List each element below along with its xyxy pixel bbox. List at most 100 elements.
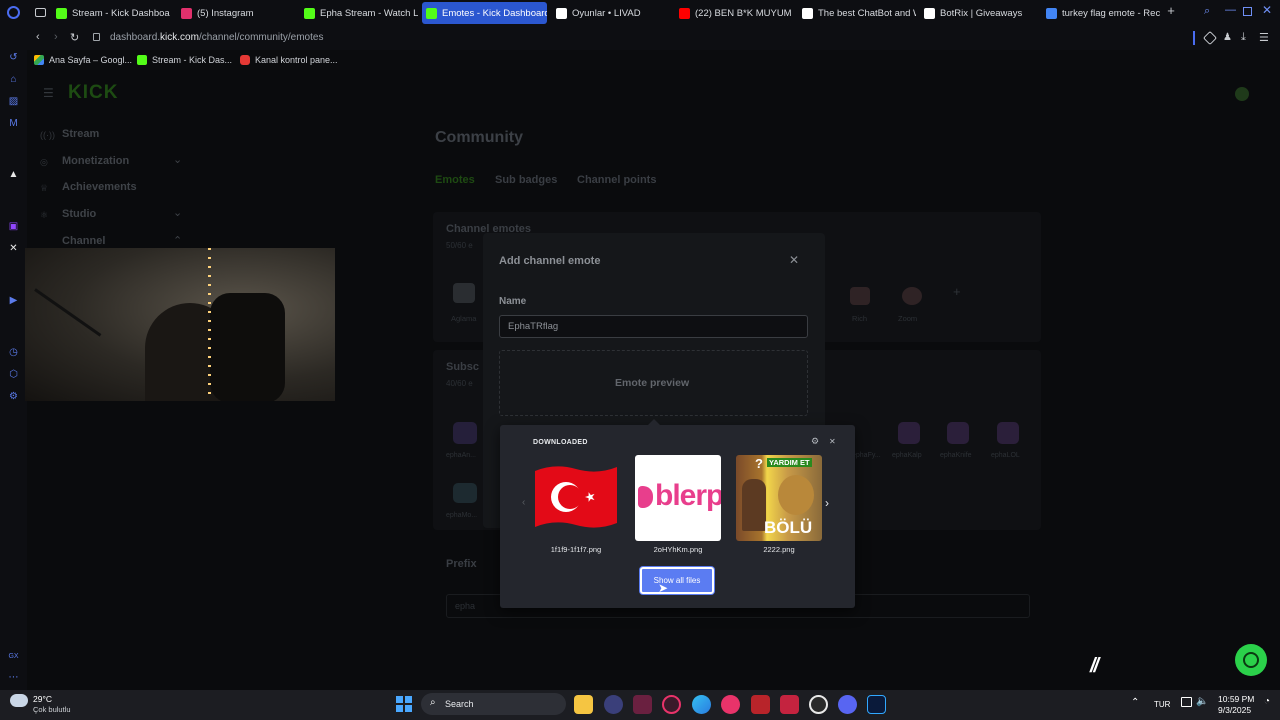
reload-icon[interactable]: ↻ — [70, 31, 79, 44]
vegas-icon[interactable] — [633, 695, 652, 714]
tab-1[interactable]: (5) Instagram — [177, 2, 295, 24]
gx-icon[interactable]: GX — [7, 650, 20, 663]
emote-aglama-thumb[interactable] — [453, 283, 475, 303]
bookmark-youtube-studio[interactable]: Kanal kontrol pane... — [240, 55, 338, 65]
search-tabs-icon[interactable]: ⌕ — [1204, 5, 1210, 18]
new-tab-icon[interactable]: + — [1165, 4, 1177, 17]
browser-logo-icon[interactable] — [7, 6, 20, 19]
tab-3[interactable]: Emotes - Kick Dashboard — [422, 2, 547, 24]
sidebar-toggle-icon[interactable] — [1193, 31, 1195, 45]
taskbar-search-box[interactable] — [421, 693, 566, 715]
sub-emote-thumb[interactable] — [997, 422, 1019, 444]
notifications-icon[interactable]: ◔ — [1264, 696, 1270, 707]
taskbar-app-icon[interactable] — [604, 695, 623, 714]
file-thumb-turkey-flag[interactable] — [533, 455, 619, 541]
bookmark-kick-stream[interactable]: Stream - Kick Das... — [137, 55, 232, 65]
sub-emote-thumb[interactable] — [453, 422, 477, 444]
player-icon[interactable]: ▶ — [7, 294, 20, 307]
nav-studio[interactable]: Studio — [62, 208, 96, 220]
tab-6[interactable]: The best ChatBot and W — [798, 2, 916, 24]
next-arrow-icon[interactable]: › — [825, 496, 829, 510]
tab-5[interactable]: (22) BEN B*K MUYUM | — [675, 2, 793, 24]
network-icon[interactable] — [1181, 697, 1192, 707]
edge-icon[interactable] — [692, 695, 711, 714]
kick-logo[interactable]: KICK — [68, 82, 118, 104]
media-player-icon[interactable] — [721, 695, 740, 714]
windows-start-icon[interactable] — [396, 696, 412, 712]
language-indicator[interactable]: TUR — [1154, 700, 1170, 709]
settings-icon[interactable]: ⚙ — [7, 390, 20, 403]
chevron-down-icon[interactable]: ⌄ — [173, 153, 182, 166]
hamburger-icon[interactable]: ☰ — [43, 86, 54, 100]
close-window-icon[interactable]: ✕ — [1262, 3, 1272, 17]
weather-temp[interactable]: 29°C — [33, 694, 52, 704]
tab-emotes[interactable]: Emotes — [435, 174, 475, 186]
weather-icon[interactable] — [10, 694, 28, 707]
file-thumb-blerp[interactable]: blerp — [635, 455, 721, 541]
url-field[interactable]: dashboard.kick.com/channel/community/emo… — [110, 32, 323, 43]
profile-icon[interactable]: ♟ — [1223, 32, 1232, 43]
tab-0[interactable]: Stream - Kick Dashboard — [52, 2, 170, 24]
webcam-overlay — [25, 248, 335, 401]
tab-2[interactable]: Epha Stream - Watch Live — [300, 2, 418, 24]
kick-sidebar-icon[interactable]: ▲ — [7, 168, 20, 181]
close-icon[interactable]: ✕ — [789, 253, 799, 267]
mail-icon[interactable]: M — [7, 117, 20, 130]
apps-icon[interactable]: ⌂ — [7, 73, 20, 86]
workspaces-icon[interactable] — [35, 8, 46, 17]
discord-icon[interactable] — [838, 695, 857, 714]
vegas-pro-icon[interactable] — [780, 695, 799, 714]
minimize-icon[interactable]: — — [1225, 4, 1236, 16]
tab-4[interactable]: Oyunlar • LIVAD — [552, 2, 670, 24]
emote-zoom-thumb[interactable] — [902, 287, 922, 305]
history-icon[interactable]: ↺ — [7, 51, 20, 64]
obs-icon[interactable] — [809, 695, 828, 714]
voicemeeter-icon[interactable] — [751, 695, 770, 714]
tab-8[interactable]: turkey flag emote - Rech — [1042, 2, 1160, 24]
nav-monetization[interactable]: Monetization — [62, 155, 129, 167]
sub-emote-thumb[interactable] — [898, 422, 920, 444]
subscriber-emotes-count: 40/60 e — [446, 379, 473, 388]
emote-rich-thumb[interactable] — [850, 287, 870, 305]
downloads-icon[interactable]: ⤓ — [1241, 31, 1246, 44]
menu-icon[interactable]: ☰ — [1259, 31, 1269, 44]
add-emote-icon[interactable]: + — [953, 284, 961, 299]
tab-7[interactable]: BotRix | Giveaways — [920, 2, 1038, 24]
prev-arrow-icon[interactable]: ‹ — [522, 497, 525, 508]
volume-icon[interactable]: 🔈 — [1196, 696, 1208, 707]
forward-icon[interactable]: › — [54, 31, 58, 43]
photoshop-icon[interactable] — [867, 695, 886, 714]
clock-icon[interactable]: ◷ — [7, 346, 20, 359]
user-avatar[interactable] — [1235, 87, 1249, 101]
chevron-down-icon[interactable]: ⌄ — [173, 206, 182, 219]
twitch-icon[interactable]: ▣ — [7, 220, 20, 233]
x-icon[interactable]: ✕ — [7, 242, 20, 255]
settings-icon[interactable]: ⚙ — [811, 436, 819, 447]
file-thumb-2222[interactable]: ? YARDIM ET BÖLÜ — [736, 455, 822, 541]
tab-label: (5) Instagram — [197, 7, 254, 19]
close-picker-icon[interactable]: ✕ — [829, 437, 836, 446]
back-icon[interactable]: ‹ — [36, 31, 40, 43]
sub-emote-thumb[interactable] — [453, 483, 477, 503]
tab-label: BotRix | Giveaways — [940, 7, 1023, 19]
nav-achievements[interactable]: Achievements — [62, 181, 137, 193]
clock-date[interactable]: 9/3/2025 — [1218, 705, 1251, 715]
file-explorer-icon[interactable] — [574, 695, 593, 714]
bookmark-google[interactable]: Ana Sayfa – Googl... — [34, 55, 132, 65]
tab-channel-points[interactable]: Channel points — [577, 174, 656, 186]
nav-stream[interactable]: Stream — [62, 128, 99, 140]
kick-icon — [137, 55, 147, 65]
more-icon[interactable]: ⋯ — [7, 671, 20, 684]
show-all-files-button[interactable]: Show all files — [640, 567, 714, 594]
tray-overflow-icon[interactable]: ⌃ — [1131, 697, 1139, 708]
sub-emote-thumb[interactable] — [947, 422, 969, 444]
notes-icon[interactable]: ▨ — [7, 95, 20, 108]
extensions-side-icon[interactable]: ⬡ — [7, 368, 20, 381]
chevron-up-icon[interactable]: ⌃ — [173, 234, 182, 247]
restore-icon[interactable] — [1243, 7, 1252, 16]
weather-desc[interactable]: Çok bulutlu — [33, 705, 71, 714]
tab-sub-badges[interactable]: Sub badges — [495, 174, 557, 186]
nav-channel[interactable]: Channel — [62, 235, 105, 247]
opera-gx-icon[interactable] — [662, 695, 681, 714]
clock-time[interactable]: 10:59 PM — [1218, 694, 1254, 704]
